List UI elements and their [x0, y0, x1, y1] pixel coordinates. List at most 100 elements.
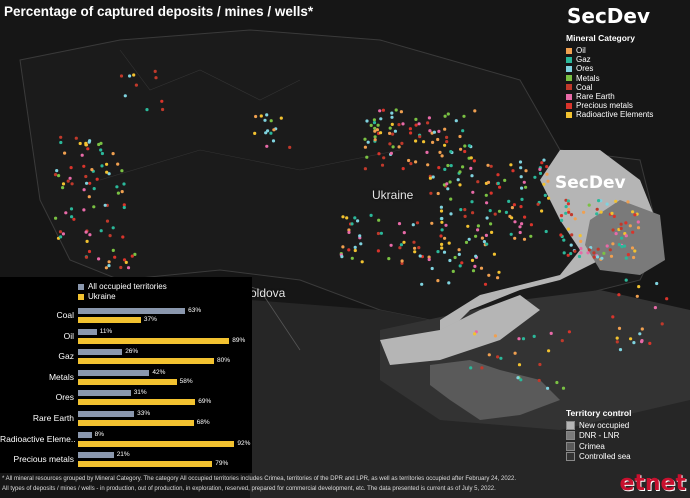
deposit-marker: [612, 214, 616, 218]
deposit-marker: [636, 226, 641, 230]
deposit-marker: [279, 116, 283, 120]
page-title: Percentage of captured deposits / mines …: [4, 4, 314, 19]
category-label: Rare Earth: [32, 413, 74, 423]
deposit-marker: [427, 116, 431, 120]
deposit-marker: [429, 191, 433, 195]
legend-label: Precious metals: [576, 101, 633, 111]
deposit-marker: [446, 112, 450, 116]
deposit-marker: [353, 245, 357, 249]
deposit-marker: [379, 131, 383, 135]
deposit-marker: [469, 166, 473, 170]
deposit-marker: [121, 235, 125, 239]
deposit-marker: [482, 240, 486, 244]
deposit-marker: [519, 175, 523, 179]
deposit-marker: [417, 122, 421, 126]
deposit-marker: [451, 269, 455, 273]
deposit-marker: [480, 366, 484, 370]
deposit-marker: [122, 205, 126, 210]
category-label: Ores: [55, 392, 74, 403]
deposit-marker: [611, 315, 615, 319]
deposit-marker: [445, 140, 449, 144]
deposit-marker: [408, 127, 412, 131]
deposit-marker: [80, 153, 84, 157]
deposit-marker: [629, 337, 633, 341]
deposit-marker: [523, 215, 527, 219]
deposit-marker: [443, 127, 447, 131]
deposit-marker: [418, 254, 422, 258]
deposit-marker: [84, 230, 88, 234]
bar-value-label: 33%: [137, 410, 151, 417]
deposit-marker: [640, 340, 644, 344]
deposit-marker: [358, 234, 362, 238]
deposit-marker: [570, 233, 574, 237]
deposit-marker: [546, 386, 550, 390]
legend-item-1: Gaz: [566, 55, 653, 64]
series-legend-1: Ukraine: [78, 292, 116, 301]
deposit-marker: [529, 223, 534, 227]
deposit-marker: [88, 181, 92, 185]
deposit-marker: [520, 222, 524, 226]
deposit-marker: [454, 119, 458, 123]
deposit-marker: [105, 170, 109, 174]
deposit-marker: [90, 168, 94, 172]
deposit-marker: [617, 326, 622, 330]
deposit-marker: [448, 180, 452, 184]
deposit-marker: [430, 221, 434, 225]
deposit-marker: [619, 222, 623, 226]
deposit-marker: [254, 114, 258, 119]
deposit-marker: [459, 208, 463, 212]
deposit-marker: [512, 203, 517, 207]
deposit-marker: [466, 224, 470, 228]
territory-legend: Territory control New occupied DNR - LNR C…: [566, 408, 632, 462]
deposit-marker: [130, 254, 134, 258]
bar-0: [78, 349, 123, 356]
deposit-marker: [59, 140, 63, 145]
deposit-marker: [561, 386, 566, 390]
deposit-marker: [68, 176, 72, 180]
deposit-marker: [104, 266, 108, 270]
deposit-marker: [487, 353, 491, 357]
deposit-marker: [611, 242, 615, 246]
deposit-marker: [626, 253, 631, 257]
deposit-marker: [409, 131, 413, 135]
deposit-marker: [458, 183, 462, 187]
deposit-marker: [82, 164, 86, 168]
deposit-marker: [388, 126, 392, 130]
deposit-marker: [511, 169, 515, 173]
deposit-marker: [86, 147, 90, 151]
deposit-marker: [82, 208, 86, 212]
deposit-marker: [560, 339, 564, 343]
deposit-marker: [397, 222, 402, 226]
legend-label: Coal: [576, 82, 593, 92]
territory-item-0: New occupied: [566, 420, 632, 431]
deposit-marker: [480, 236, 484, 240]
deposit-marker: [253, 131, 257, 135]
deposit-marker: [617, 293, 621, 297]
deposit-marker: [411, 223, 415, 227]
deposit-marker: [638, 332, 642, 336]
territory-swatch: [566, 420, 575, 430]
deposit-marker: [100, 151, 104, 156]
deposit-marker: [449, 212, 453, 216]
deposit-marker: [378, 109, 382, 113]
deposit-marker: [413, 250, 417, 254]
deposit-marker: [476, 228, 480, 232]
deposit-marker: [559, 214, 564, 218]
deposit-marker: [373, 126, 377, 130]
series-swatch-0: [78, 283, 84, 290]
deposit-marker: [471, 269, 476, 273]
legend-swatch: [566, 93, 572, 100]
deposit-marker: [470, 200, 474, 204]
deposit-marker: [540, 209, 544, 213]
territory-label: Controlled sea: [579, 452, 631, 462]
bar-value-label: 42%: [152, 368, 166, 376]
deposit-marker: [431, 140, 435, 144]
territory-swatch: [566, 452, 575, 462]
deposit-marker: [84, 255, 89, 259]
deposit-marker: [640, 327, 644, 331]
deposit-marker: [402, 231, 406, 235]
deposit-marker: [486, 180, 491, 184]
deposit-marker: [567, 207, 571, 212]
deposit-marker: [99, 229, 103, 233]
deposit-marker: [637, 285, 641, 289]
